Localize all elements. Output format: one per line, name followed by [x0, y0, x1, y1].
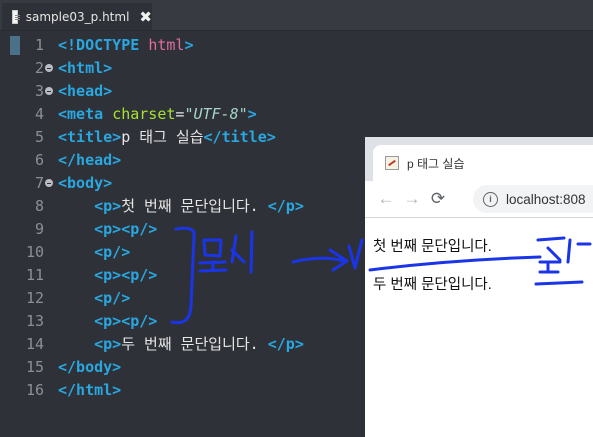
- line-number: 16: [25, 381, 44, 399]
- line-number: 9: [34, 220, 44, 238]
- code-text: <meta charset="UTF-8">: [58, 103, 257, 126]
- favicon-icon: [385, 156, 399, 170]
- line-number: 3: [34, 82, 44, 100]
- code-text: </html>: [58, 379, 121, 402]
- browser-toolbar: ← → ⟳ i localhost:808: [365, 181, 593, 217]
- page-content: 첫 번째 문단입니다. 두 번째 문단입니다.: [365, 217, 593, 293]
- line-number: 10: [25, 243, 44, 261]
- close-icon[interactable]: ✖: [139, 8, 152, 26]
- code-text: <p>두 번째 문단입니다. </p>: [58, 333, 304, 356]
- line-number: 2: [34, 59, 44, 77]
- line-number: 4: [34, 105, 44, 123]
- line-number: 11: [25, 266, 44, 284]
- code-text: </head>: [58, 149, 121, 172]
- code-token: <meta: [58, 105, 104, 123]
- paragraph-2: 두 번째 문단입니다.: [373, 277, 492, 293]
- code-token: <html>: [58, 59, 113, 77]
- code-token: <title>: [58, 128, 122, 146]
- code-token: <p/>: [94, 243, 131, 261]
- code-text: <p><p/>: [58, 218, 157, 241]
- code-text: <p><p/>: [58, 264, 157, 287]
- code-token: <p>: [94, 335, 122, 353]
- line-number: 12: [25, 289, 44, 307]
- code-token: </head>: [58, 151, 122, 169]
- line-number: 15: [25, 358, 44, 376]
- code-text: <!DOCTYPE html>: [58, 34, 193, 57]
- address-bar[interactable]: i localhost:808: [473, 185, 593, 213]
- code-token: html: [148, 36, 185, 54]
- code-text: <html>: [58, 57, 112, 80]
- code-token: </p>: [267, 197, 304, 215]
- editor-tab-filename: sample03_p.html: [25, 9, 130, 24]
- code-token: <body>: [58, 174, 113, 192]
- code-text: <p/>: [58, 287, 130, 310]
- address-url: localhost:808: [506, 191, 586, 207]
- code-token: p 태그 실습: [121, 128, 204, 146]
- code-token: </body>: [58, 358, 122, 376]
- browser-tab-strip: p 태그 실습: [365, 137, 593, 181]
- line-number: 7: [34, 174, 44, 192]
- file-icon: [12, 9, 20, 24]
- code-text: <title>p 태그 실습</title>: [58, 126, 276, 149]
- forward-arrow-icon[interactable]: →: [399, 189, 425, 209]
- code-token: <head>: [58, 82, 113, 100]
- code-token: <p><p/>: [94, 312, 158, 330]
- code-token: <p><p/>: [94, 266, 158, 284]
- browser-window: p 태그 실습 ← → ⟳ i localhost:808 첫 번째 문단입니다…: [365, 137, 593, 437]
- paragraph-1: 첫 번째 문단입니다.: [373, 239, 492, 255]
- code-token: </html>: [58, 381, 122, 399]
- code-token: 두 번째 문단입니다.: [121, 335, 268, 353]
- fold-toggle-icon[interactable]: [45, 179, 53, 187]
- browser-tab[interactable]: p 태그 실습: [373, 145, 593, 181]
- editor-tab-bar: sample03_p.html ✖: [0, 0, 593, 31]
- reload-icon[interactable]: ⟳: [425, 189, 451, 209]
- line-number: 5: [34, 128, 44, 146]
- code-token: </p>: [267, 335, 304, 353]
- code-token: 첫 번째 문단입니다.: [121, 197, 268, 215]
- code-token: "UTF-8": [184, 105, 248, 123]
- line-number: 6: [34, 151, 44, 169]
- fold-toggle-icon[interactable]: [45, 87, 53, 95]
- code-token: </title>: [203, 128, 276, 146]
- back-arrow-icon[interactable]: ←: [373, 189, 399, 209]
- code-text: <head>: [58, 80, 112, 103]
- code-text: <body>: [58, 172, 112, 195]
- code-text: </body>: [58, 356, 121, 379]
- code-token: <p>: [94, 197, 122, 215]
- line-number: 8: [34, 197, 44, 215]
- line-number: 14: [25, 335, 44, 353]
- code-token: >: [184, 36, 194, 54]
- code-token: <!DOCTYPE: [58, 36, 140, 54]
- code-text: <p/>: [58, 241, 130, 264]
- line-number: 1: [34, 36, 44, 54]
- editor-tab[interactable]: sample03_p.html ✖: [2, 3, 152, 30]
- info-icon[interactable]: i: [483, 191, 498, 207]
- line-number: 13: [25, 312, 44, 330]
- code-token: <p><p/>: [94, 220, 158, 238]
- fold-toggle-icon[interactable]: [45, 64, 53, 72]
- code-token: charset: [112, 105, 176, 123]
- code-token: >: [247, 105, 257, 123]
- code-text: <p>첫 번째 문단입니다. </p>: [58, 195, 304, 218]
- browser-tab-title: p 태그 실습: [407, 156, 465, 171]
- code-token: <p/>: [94, 289, 131, 307]
- code-text: <p><p/>: [58, 310, 157, 333]
